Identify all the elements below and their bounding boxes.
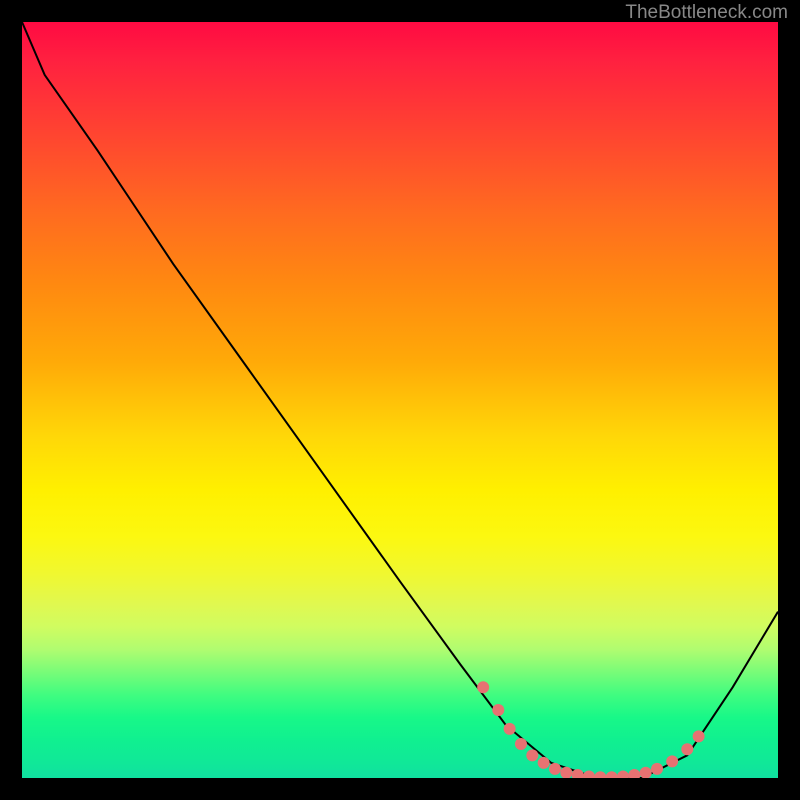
- chart-marker: [583, 770, 595, 778]
- chart-marker: [693, 730, 705, 742]
- chart-marker: [651, 763, 663, 775]
- chart-marker: [606, 771, 618, 778]
- chart-marker: [681, 743, 693, 755]
- chart-marker: [538, 757, 550, 769]
- chart-marker: [477, 681, 489, 693]
- chart-marker: [492, 704, 504, 716]
- chart-marker: [526, 749, 538, 761]
- chart-marker: [628, 769, 640, 778]
- chart-svg: [22, 22, 778, 778]
- chart-plot-area: [22, 22, 778, 778]
- chart-marker: [504, 723, 516, 735]
- chart-marker: [549, 763, 561, 775]
- chart-marker: [617, 770, 629, 778]
- chart-marker: [666, 755, 678, 767]
- chart-marker: [640, 767, 652, 778]
- watermark-text: TheBottleneck.com: [625, 2, 788, 24]
- chart-curve: [22, 22, 778, 778]
- chart-marker: [594, 771, 606, 778]
- chart-marker: [515, 738, 527, 750]
